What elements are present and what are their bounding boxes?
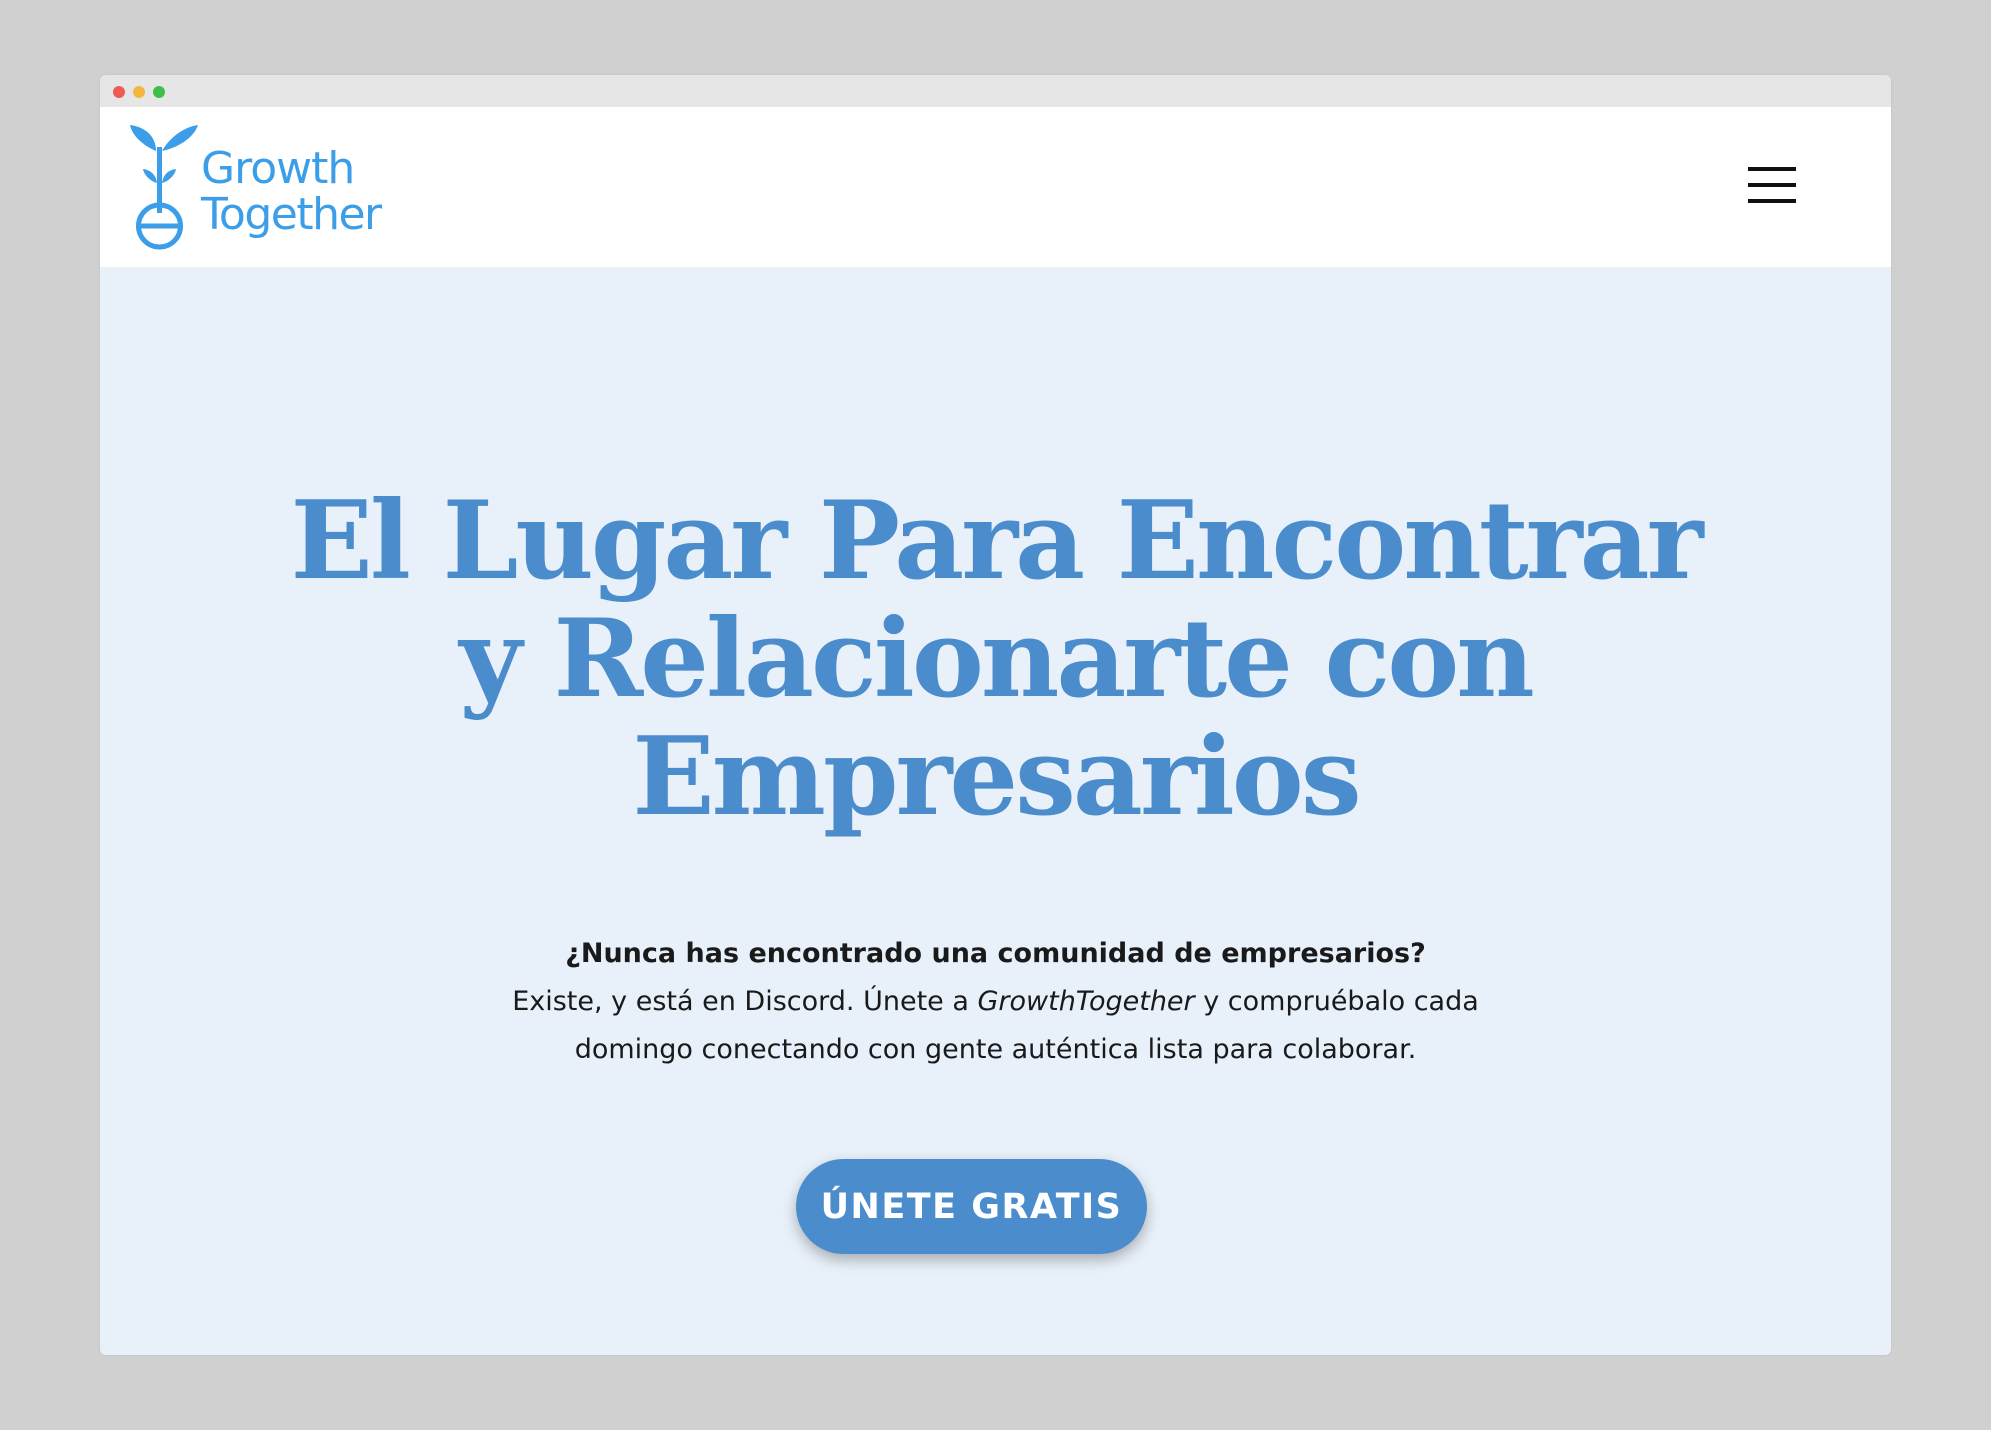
close-window-dot[interactable] xyxy=(113,86,125,98)
hero-title: El Lugar Para Encontrar y Relacionarte c… xyxy=(100,482,1891,836)
hero-body-brand: GrowthTogether xyxy=(977,986,1195,1017)
brand-name-line1: Growth xyxy=(201,143,355,194)
hero-title-line: El Lugar Para Encontrar xyxy=(290,478,1704,604)
menu-bar xyxy=(1748,199,1796,203)
menu-bar xyxy=(1748,167,1796,171)
window-titlebar xyxy=(100,75,1891,107)
hero-title-line: Empresarios xyxy=(632,714,1361,840)
brand-logo[interactable]: Growth Together xyxy=(128,123,428,253)
hero-body-text: y compruébalo cada xyxy=(1194,986,1479,1017)
brand-wordmark: Growth Together xyxy=(201,143,382,240)
hamburger-menu-icon[interactable] xyxy=(1744,159,1800,209)
site-header: Growth Together xyxy=(100,107,1891,267)
hero-body-line2: domingo conectando con gente auténtica l… xyxy=(574,1034,1417,1065)
join-free-button[interactable]: ÚNETE GRATIS xyxy=(796,1159,1147,1254)
menu-bar xyxy=(1748,183,1796,187)
minimize-window-dot[interactable] xyxy=(133,86,145,98)
hero-section: El Lugar Para Encontrar y Relacionarte c… xyxy=(100,267,1891,1355)
hero-question: ¿Nunca has encontrado una comunidad de e… xyxy=(565,938,1426,969)
sprout-icon xyxy=(130,125,198,250)
hero-description: ¿Nunca has encontrado una comunidad de e… xyxy=(100,930,1891,1074)
browser-window: Growth Together El Lugar Para Encontrar … xyxy=(100,75,1891,1355)
hero-body-text: Existe, y está en Discord. Únete a xyxy=(512,986,978,1017)
hero-title-line: y Relacionarte con xyxy=(459,596,1535,722)
brand-name-line2: Together xyxy=(201,189,382,240)
hero-body-line1: Existe, y está en Discord. Únete a Growt… xyxy=(100,978,1891,1026)
maximize-window-dot[interactable] xyxy=(153,86,165,98)
